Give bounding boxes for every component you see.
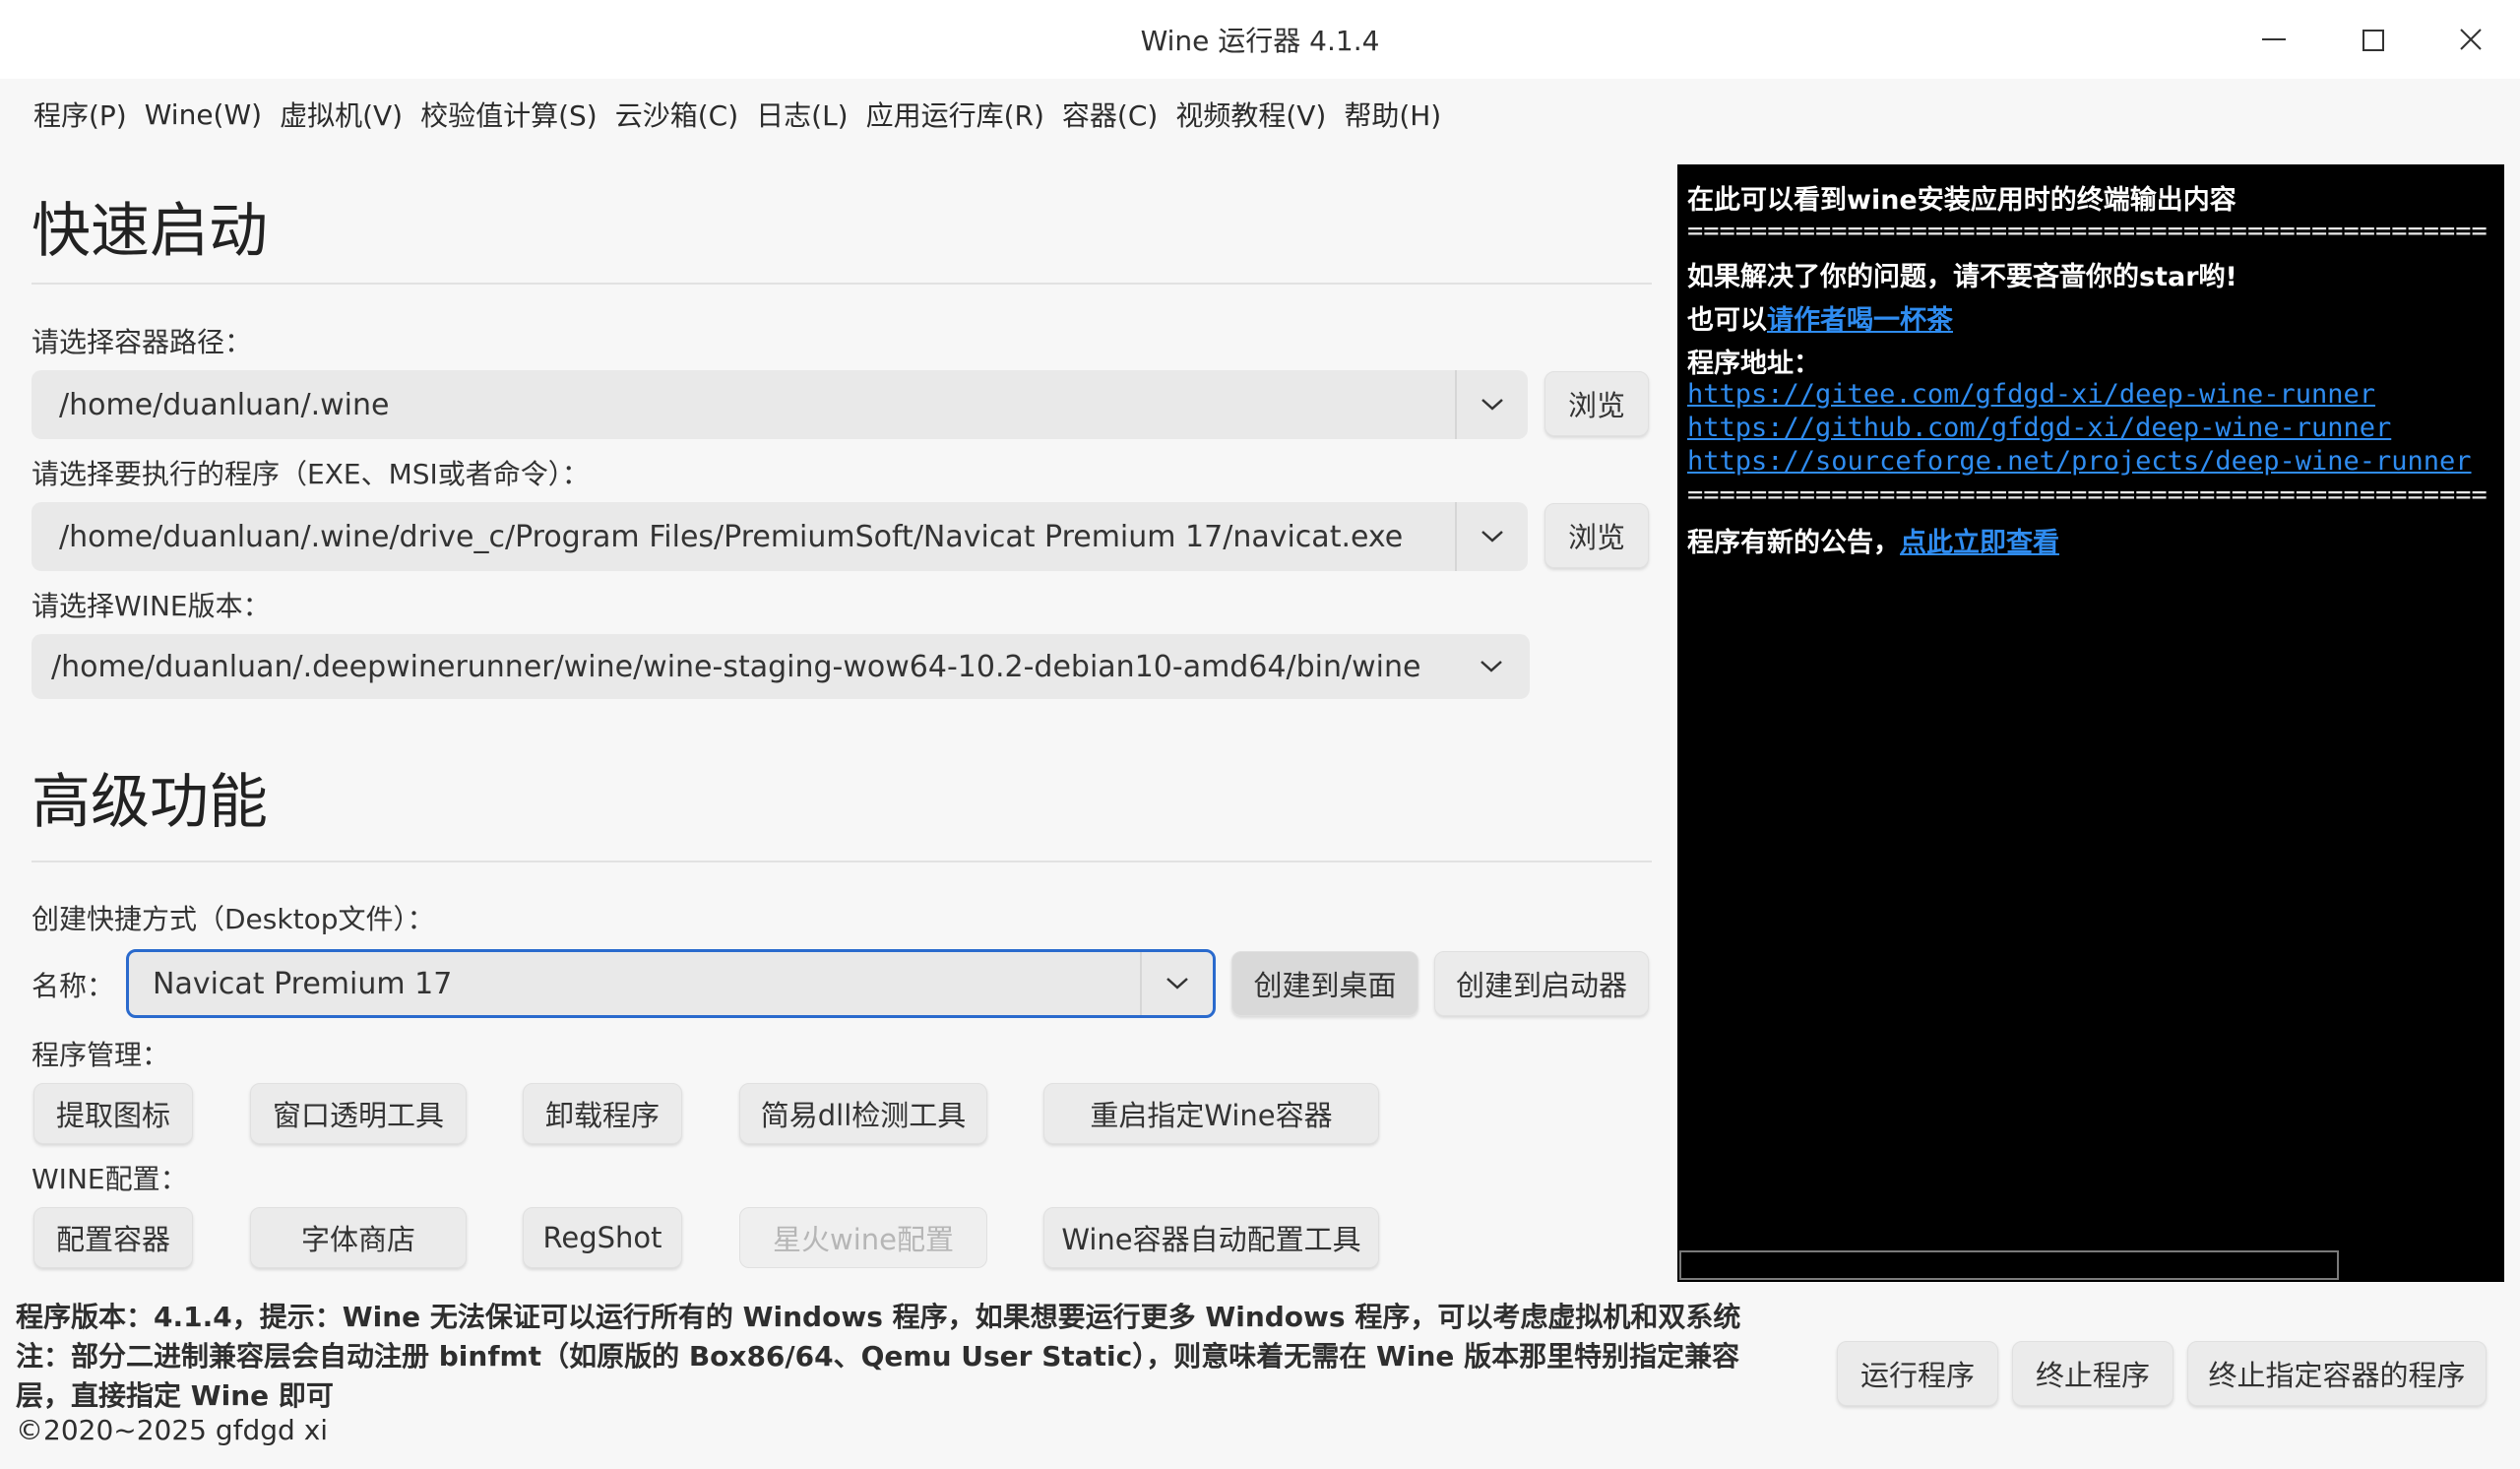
menu-video[interactable]: 视频教程(V) [1175, 95, 1326, 134]
configure-container-button[interactable]: 配置容器 [33, 1207, 193, 1268]
terminal-tea-line: 也可以请作者喝一杯茶 [1687, 298, 1953, 337]
gitee-link[interactable]: https://gitee.com/gfdgd-xi/deep-wine-run… [1687, 379, 2375, 410]
container-path-value: /home/duanluan/.wine [59, 388, 390, 422]
chevron-down-icon[interactable] [1455, 502, 1528, 571]
container-path-combo[interactable]: /home/duanluan/.wine [32, 370, 1528, 439]
menu-program[interactable]: 程序(P) [33, 95, 127, 134]
donate-link[interactable]: 请作者喝一杯茶 [1767, 305, 1953, 336]
terminal-tea-prefix: 也可以 [1687, 305, 1767, 336]
wine-version-value: /home/duanluan/.deepwinerunner/wine/wine… [51, 650, 1421, 684]
terminal-notice-line: 程序有新的公告，点此立即查看 [1687, 521, 2059, 559]
terminal-intro: 在此可以看到wine安装应用时的终端输出内容 [1687, 185, 2236, 216]
terminal-separator: ========================================… [1687, 479, 2488, 510]
binfmt-note-line1: 注：部分二进制兼容层会自动注册 binfmt（如原版的 Box86/64、Qem… [16, 1340, 1740, 1373]
horizontal-scrollbar[interactable] [1679, 1250, 2339, 1280]
create-desktop-button[interactable]: 创建到桌面 [1231, 951, 1418, 1016]
menu-cloud-sandbox[interactable]: 云沙箱(C) [615, 95, 738, 134]
uninstall-button[interactable]: 卸载程序 [523, 1083, 682, 1144]
terminal-separator: ========================================… [1687, 216, 2488, 246]
chevron-down-icon[interactable] [1140, 952, 1213, 1015]
menu-help[interactable]: 帮助(H) [1344, 95, 1441, 134]
divider [32, 283, 1652, 285]
github-link[interactable]: https://github.com/gfdgd-xi/deep-wine-ru… [1687, 413, 2391, 443]
chevron-down-icon[interactable] [1455, 370, 1528, 439]
browse-container-button[interactable]: 浏览 [1544, 371, 1649, 436]
window-title: Wine 运行器 4.1.4 [1140, 25, 1380, 57]
dll-check-button[interactable]: 简易dll检测工具 [739, 1083, 987, 1144]
menu-wine[interactable]: Wine(W) [145, 98, 262, 131]
close-icon[interactable] [2449, 18, 2492, 61]
wine-version-combo[interactable]: /home/duanluan/.deepwinerunner/wine/wine… [32, 634, 1530, 699]
font-store-button[interactable]: 字体商店 [250, 1207, 467, 1268]
binfmt-note-line2: 层，直接指定 Wine 即可 [16, 1379, 334, 1412]
chevron-down-icon[interactable] [1467, 634, 1516, 699]
menu-bar: 程序(P) Wine(W) 虚拟机(V) 校验值计算(S) 云沙箱(C) 日志(… [0, 79, 1673, 150]
advanced-heading: 高级功能 [32, 768, 268, 837]
restart-container-button[interactable]: 重启指定Wine容器 [1043, 1083, 1379, 1144]
divider [32, 861, 1652, 862]
window-transparency-button[interactable]: 窗口透明工具 [250, 1083, 467, 1144]
terminal-output[interactable]: 在此可以看到wine安装应用时的终端输出内容 =================… [1677, 164, 2504, 1282]
terminal-star-text: 如果解决了你的问题，请不要吝啬你的star哟! [1687, 262, 2237, 292]
shortcut-label: 创建快捷方式（Desktop文件）： [32, 903, 435, 935]
wine-version-label: 请选择WINE版本： [32, 590, 271, 622]
maximize-icon[interactable] [2351, 18, 2394, 61]
shortcut-name-value: Navicat Premium 17 [153, 967, 453, 1001]
terminal-address-label: 程序地址： [1687, 349, 1820, 379]
extract-icon-button[interactable]: 提取图标 [33, 1083, 193, 1144]
program-value: /home/duanluan/.wine/drive_c/Program Fil… [59, 520, 1404, 554]
container-path-label: 请选择容器路径： [32, 326, 253, 358]
copyright: ©2020~2025 gfdgd xi [16, 1414, 329, 1446]
wine-config-label: WINE配置： [32, 1163, 188, 1195]
regshot-button[interactable]: RegShot [523, 1207, 682, 1268]
stop-container-programs-button[interactable]: 终止指定容器的程序 [2187, 1341, 2487, 1406]
name-label: 名称： [32, 970, 115, 1002]
stop-program-button[interactable]: 终止程序 [2012, 1341, 2174, 1406]
shortcut-name-combo[interactable]: Navicat Premium 17 [126, 949, 1216, 1018]
run-program-button[interactable]: 运行程序 [1837, 1341, 1998, 1406]
notice-link[interactable]: 点此立即查看 [1900, 528, 2059, 558]
menu-container[interactable]: 容器(C) [1062, 95, 1158, 134]
quick-start-heading: 快速启动 [32, 197, 268, 266]
menu-runtime[interactable]: 应用运行库(R) [866, 95, 1044, 134]
browse-program-button[interactable]: 浏览 [1544, 503, 1649, 568]
menu-log[interactable]: 日志(L) [756, 95, 848, 134]
program-combo[interactable]: /home/duanluan/.wine/drive_c/Program Fil… [32, 502, 1528, 571]
terminal-notice-prefix: 程序有新的公告， [1687, 528, 1900, 558]
title-bar: Wine 运行器 4.1.4 [0, 0, 2520, 79]
version-tip: 程序版本：4.1.4，提示：Wine 无法保证可以运行所有的 Windows 程… [16, 1301, 1741, 1333]
sourceforge-link[interactable]: https://sourceforge.net/projects/deep-wi… [1687, 446, 2472, 477]
menu-vm[interactable]: 虚拟机(V) [280, 95, 403, 134]
minimize-icon[interactable] [2252, 18, 2296, 61]
spark-wine-config-button[interactable]: 星火wine配置 [739, 1207, 987, 1268]
auto-config-tool-button[interactable]: Wine容器自动配置工具 [1043, 1207, 1379, 1268]
menu-checksum[interactable]: 校验值计算(S) [420, 95, 598, 134]
program-label: 请选择要执行的程序（EXE、MSI或者命令）： [32, 458, 590, 490]
create-launcher-button[interactable]: 创建到启动器 [1434, 951, 1649, 1016]
program-mgmt-label: 程序管理： [32, 1039, 170, 1071]
